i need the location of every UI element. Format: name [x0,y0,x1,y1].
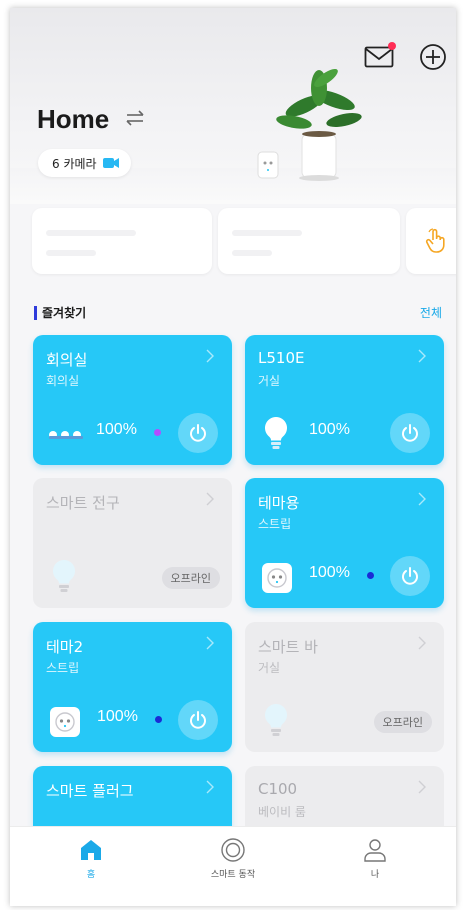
device-name: 스마트 바 [258,638,318,656]
device-name: 스마트 전구 [46,494,120,512]
chevron-right-icon [206,492,214,506]
device-name: C100 [258,780,298,798]
power-icon [190,424,206,442]
chevron-right-icon [206,349,214,363]
scene-card[interactable] [218,208,400,274]
chevron-right-icon [418,349,426,363]
power-icon [190,711,206,729]
scene-placeholder [232,230,302,236]
outlet-icon [50,707,80,737]
power-icon [402,567,418,585]
view-all-link[interactable]: 전체 [420,304,442,321]
chevron-right-icon [418,492,426,506]
mail-button[interactable] [362,42,396,70]
plus-circle-icon [420,44,446,70]
power-toggle-button[interactable] [178,700,218,740]
power-icon [402,424,418,442]
video-camera-icon [102,158,119,168]
power-toggle-button[interactable] [390,413,430,453]
favorites-title: 즐겨찾기 [42,306,87,320]
camera-count-label: 6 카메라 [52,156,97,171]
app-screen: Home 6 카메라 즐겨찾기 전체 회의실 회의실 100% L510E 거실… [10,8,456,906]
home-icon [81,840,101,860]
device-brightness: 100% [96,421,137,438]
outlet-icon [262,563,292,593]
scene-placeholder [46,250,96,256]
device-name: 회의실 [46,351,88,369]
color-indicator-dot [367,572,374,579]
device-room: 스트립 [46,661,80,675]
home-title[interactable]: Home [37,104,109,135]
offline-badge: 오프라인 [161,567,220,589]
device-card-theme2[interactable]: 테마2 스트립 100% [33,622,232,752]
device-brightness: 100% [97,708,138,725]
device-name: 테마2 [46,638,84,656]
color-indicator-dot [154,429,161,436]
power-toggle-button[interactable] [390,556,430,596]
chevron-right-icon [418,780,426,794]
device-card-meeting-room[interactable]: 회의실 회의실 100% [33,335,232,465]
device-room: 베이비 룸 [258,805,306,819]
device-card-smart-bulb[interactable]: 스마트 전구 오프라인 [33,478,232,608]
manual-scene-card[interactable] [406,208,456,274]
scene-placeholder [232,250,272,256]
scene-placeholder [46,230,136,236]
nav-tab-smart-action[interactable]: 스마트 동작 [178,837,288,880]
device-card-smart-bar[interactable]: 스마트 바 거실 오프라인 [245,622,444,752]
bulb-icon [264,704,288,736]
offline-badge: 오프라인 [373,711,432,733]
device-name: 테마용 [258,494,300,512]
chevron-right-icon [206,780,214,794]
favorites-header: 즐겨찾기 [34,304,86,321]
bottom-navigation: 홈 스마트 동작 나 [10,826,456,906]
device-room: 스트립 [258,517,292,531]
bulb-icon [52,560,76,592]
device-name: 스마트 플러그 [46,782,134,800]
device-card-l510e[interactable]: L510E 거실 100% [245,335,444,465]
device-room: 거실 [258,374,281,388]
device-brightness: 100% [309,421,350,438]
device-room: 회의실 [46,374,80,388]
chevron-right-icon [418,636,426,650]
smart-plug-illustration [257,151,279,179]
smart-action-icon [221,838,245,862]
nav-tab-label: 홈 [86,870,96,880]
notification-dot [388,42,396,50]
home-hero-banner: Home 6 카메라 [10,8,456,204]
section-marker [34,305,37,320]
light-strip-icon [49,431,83,439]
profile-icon [364,839,386,862]
add-device-button[interactable] [418,42,448,72]
power-toggle-button[interactable] [178,413,218,453]
nav-tab-home[interactable]: 홈 [36,837,146,880]
plant-illustration [276,68,362,181]
chevron-right-icon [206,636,214,650]
nav-tab-me[interactable]: 나 [320,837,430,880]
device-room: 거실 [258,661,281,675]
switch-home-icon[interactable] [124,108,146,128]
device-name: L510E [258,349,305,367]
nav-tab-label: 스마트 동작 [210,870,256,880]
bulb-icon [264,417,288,449]
device-card-theme[interactable]: 테마용 스트립 100% [245,478,444,608]
color-indicator-dot [155,716,162,723]
nav-tab-label: 나 [370,870,380,880]
camera-count-button[interactable]: 6 카메라 [38,149,131,177]
scene-card[interactable] [32,208,212,274]
tap-hand-icon [425,228,445,253]
device-brightness: 100% [309,564,350,581]
